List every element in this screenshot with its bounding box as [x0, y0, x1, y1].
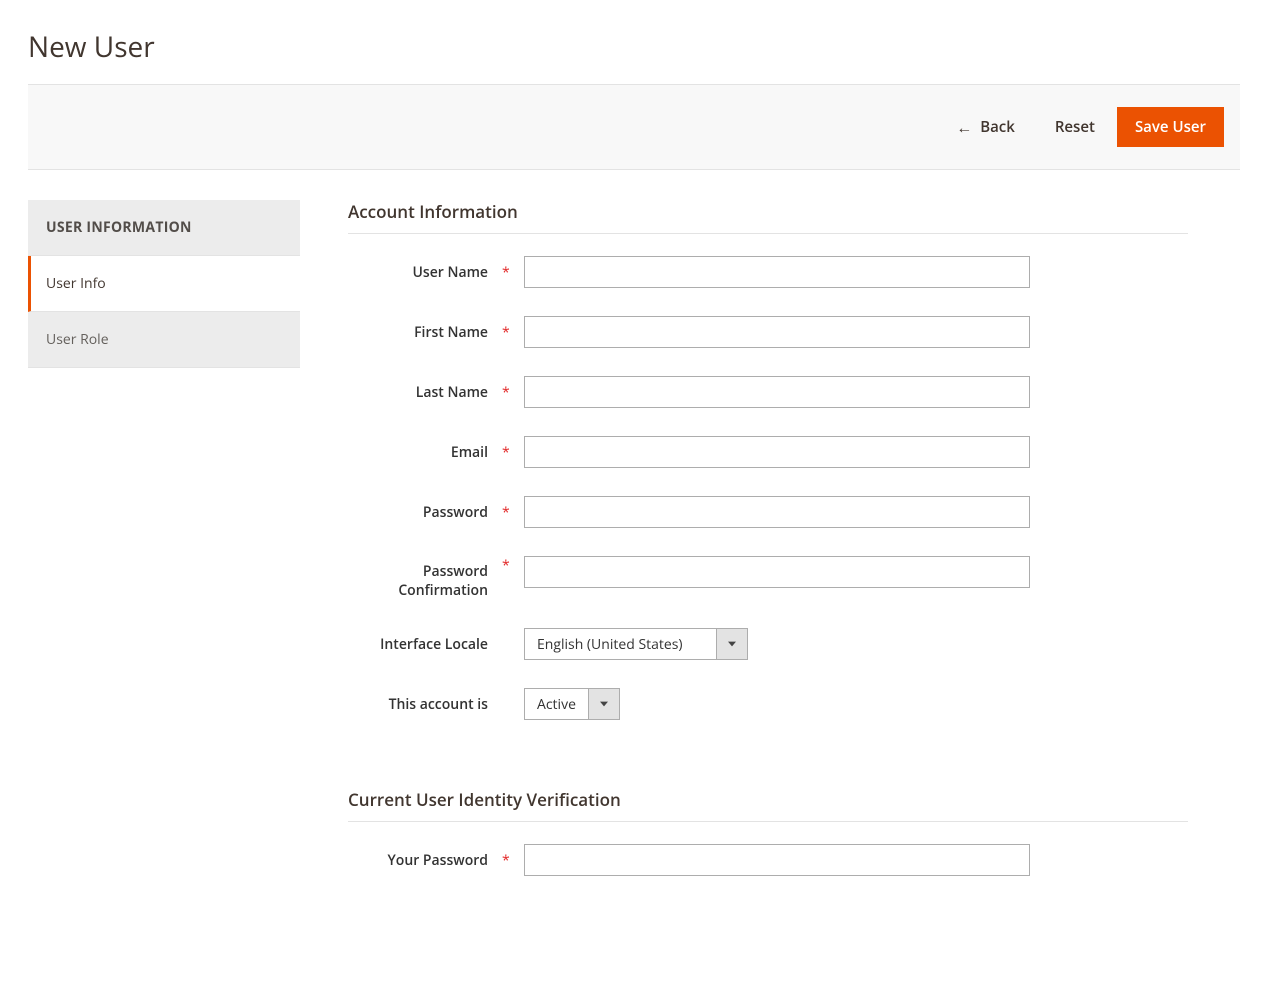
sidebar-item-label: User Role — [46, 330, 109, 349]
field-row-email: Email * — [348, 436, 1188, 468]
locale-select[interactable]: English (United States) — [524, 628, 748, 660]
save-user-button[interactable]: Save User — [1117, 107, 1224, 147]
password-confirm-input[interactable] — [524, 556, 1030, 588]
field-row-locale: Interface Locale English (United States) — [348, 628, 1188, 660]
label-password-confirm: Password Confirmation — [348, 556, 488, 600]
field-row-password-confirm: Password Confirmation * — [348, 556, 1188, 600]
action-bar: ← Back Reset Save User — [28, 84, 1240, 170]
label-lastname: Last Name — [348, 383, 488, 402]
label-locale: Interface Locale — [348, 635, 488, 654]
sidebar-header: USER INFORMATION — [28, 200, 300, 256]
arrow-left-icon: ← — [956, 119, 972, 135]
your-password-input[interactable] — [524, 844, 1030, 876]
label-username: User Name — [348, 263, 488, 282]
field-row-firstname: First Name * — [348, 316, 1188, 348]
chevron-down-icon — [716, 628, 748, 660]
label-email: Email — [348, 443, 488, 462]
back-button-label: Back — [980, 117, 1015, 137]
required-mark: * — [502, 263, 510, 282]
firstname-input[interactable] — [524, 316, 1030, 348]
label-your-password: Your Password — [348, 851, 488, 870]
status-select[interactable]: Active — [524, 688, 620, 720]
field-row-username: User Name * — [348, 256, 1188, 288]
field-row-status: This account is Active — [348, 688, 1188, 720]
status-select-value: Active — [524, 688, 588, 720]
username-input[interactable] — [524, 256, 1030, 288]
field-row-your-password: Your Password * — [348, 844, 1188, 876]
locale-select-value: English (United States) — [524, 628, 716, 660]
lastname-input[interactable] — [524, 376, 1030, 408]
main-form: Account Information User Name * First Na… — [348, 200, 1188, 904]
page-title: New User — [0, 0, 1268, 84]
required-mark: * — [502, 383, 510, 402]
sidebar-item-label: User Info — [46, 274, 106, 293]
section-title-verification: Current User Identity Verification — [348, 788, 1188, 822]
required-mark: * — [502, 443, 510, 462]
required-mark: * — [502, 556, 510, 575]
email-input[interactable] — [524, 436, 1030, 468]
field-row-lastname: Last Name * — [348, 376, 1188, 408]
chevron-down-icon — [588, 688, 620, 720]
sidebar-item-user-info[interactable]: User Info — [28, 256, 300, 312]
sidebar: USER INFORMATION User Info User Role — [28, 200, 300, 368]
password-input[interactable] — [524, 496, 1030, 528]
back-button[interactable]: ← Back — [938, 109, 1033, 145]
sidebar-item-user-role[interactable]: User Role — [28, 312, 300, 368]
label-firstname: First Name — [348, 323, 488, 342]
required-mark: * — [502, 503, 510, 522]
required-mark: * — [502, 323, 510, 342]
section-title-account: Account Information — [348, 200, 1188, 234]
label-status: This account is — [348, 695, 488, 714]
reset-button[interactable]: Reset — [1037, 109, 1113, 145]
field-row-password: Password * — [348, 496, 1188, 528]
label-password: Password — [348, 503, 488, 522]
required-mark: * — [502, 851, 510, 870]
